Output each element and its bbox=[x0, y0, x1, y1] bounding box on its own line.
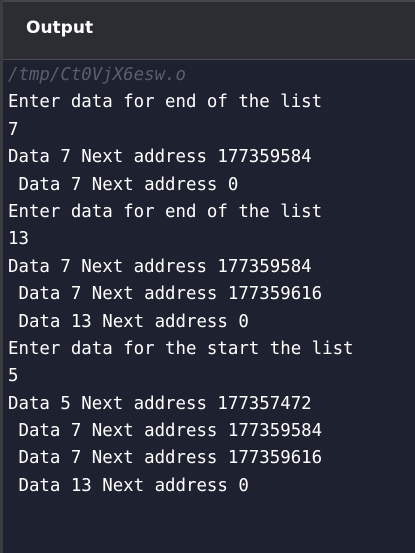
console-line: Data 7 Next address 0 bbox=[8, 174, 239, 195]
console-line: Data 7 Next address 177359616 bbox=[8, 448, 323, 469]
console-line: Data 7 Next address 177359584 bbox=[8, 421, 323, 442]
console-line: Data 7 Next address 177359584 bbox=[8, 256, 312, 277]
output-panel: Output /tmp/Ct0VjX6esw.o Enter data for e… bbox=[0, 0, 415, 553]
console-line: Enter data for end of the list bbox=[8, 201, 323, 222]
console-line: Data 7 Next address 177359584 bbox=[8, 147, 312, 168]
console-line: 7 bbox=[8, 119, 19, 140]
output-header: Output bbox=[3, 0, 415, 60]
output-title: Output bbox=[26, 18, 94, 38]
console-line: Enter data for end of the list bbox=[8, 92, 323, 113]
console-line: 13 bbox=[8, 229, 29, 250]
console-output[interactable]: /tmp/Ct0VjX6esw.o Enter data for end of t… bbox=[3, 60, 415, 500]
executable-path: /tmp/Ct0VjX6esw.o bbox=[8, 65, 186, 85]
console-line: Data 13 Next address 0 bbox=[8, 311, 249, 332]
console-line: Data 5 Next address 177357472 bbox=[8, 393, 312, 414]
console-line: Enter data for the start the list bbox=[8, 338, 354, 359]
console-line: Data 7 Next address 177359616 bbox=[8, 284, 323, 305]
console-line: 5 bbox=[8, 366, 19, 387]
console-line: Data 13 Next address 0 bbox=[8, 475, 249, 496]
